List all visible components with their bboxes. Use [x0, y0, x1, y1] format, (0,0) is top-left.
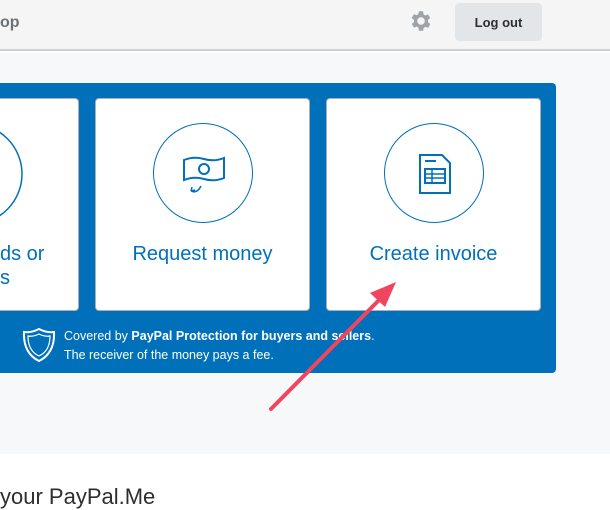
protection-link[interactable]: PayPal Protection for buyers and sellers	[131, 329, 371, 343]
create-invoice-card[interactable]: Create invoice	[326, 98, 541, 311]
app-title: op	[0, 14, 20, 31]
card-label: ds or	[0, 243, 45, 265]
card-label: s	[0, 267, 10, 289]
top-header: op Log out	[0, 0, 610, 51]
gear-icon[interactable]	[408, 8, 434, 34]
card-label: Request money	[132, 243, 273, 265]
request-money-icon	[182, 156, 225, 193]
shield-icon	[22, 327, 56, 363]
section-title: your PayPal.Me	[0, 484, 156, 509]
protection-note: Covered by PayPal Protection for buyers …	[64, 329, 375, 362]
send-money-card[interactable]: ds or s	[0, 98, 79, 311]
logout-button[interactable]: Log out	[455, 3, 542, 41]
request-money-card[interactable]: Request money	[95, 98, 310, 311]
card-icon-circle	[0, 131, 23, 217]
card-label: Create invoice	[369, 243, 498, 265]
invoice-icon	[418, 154, 451, 194]
